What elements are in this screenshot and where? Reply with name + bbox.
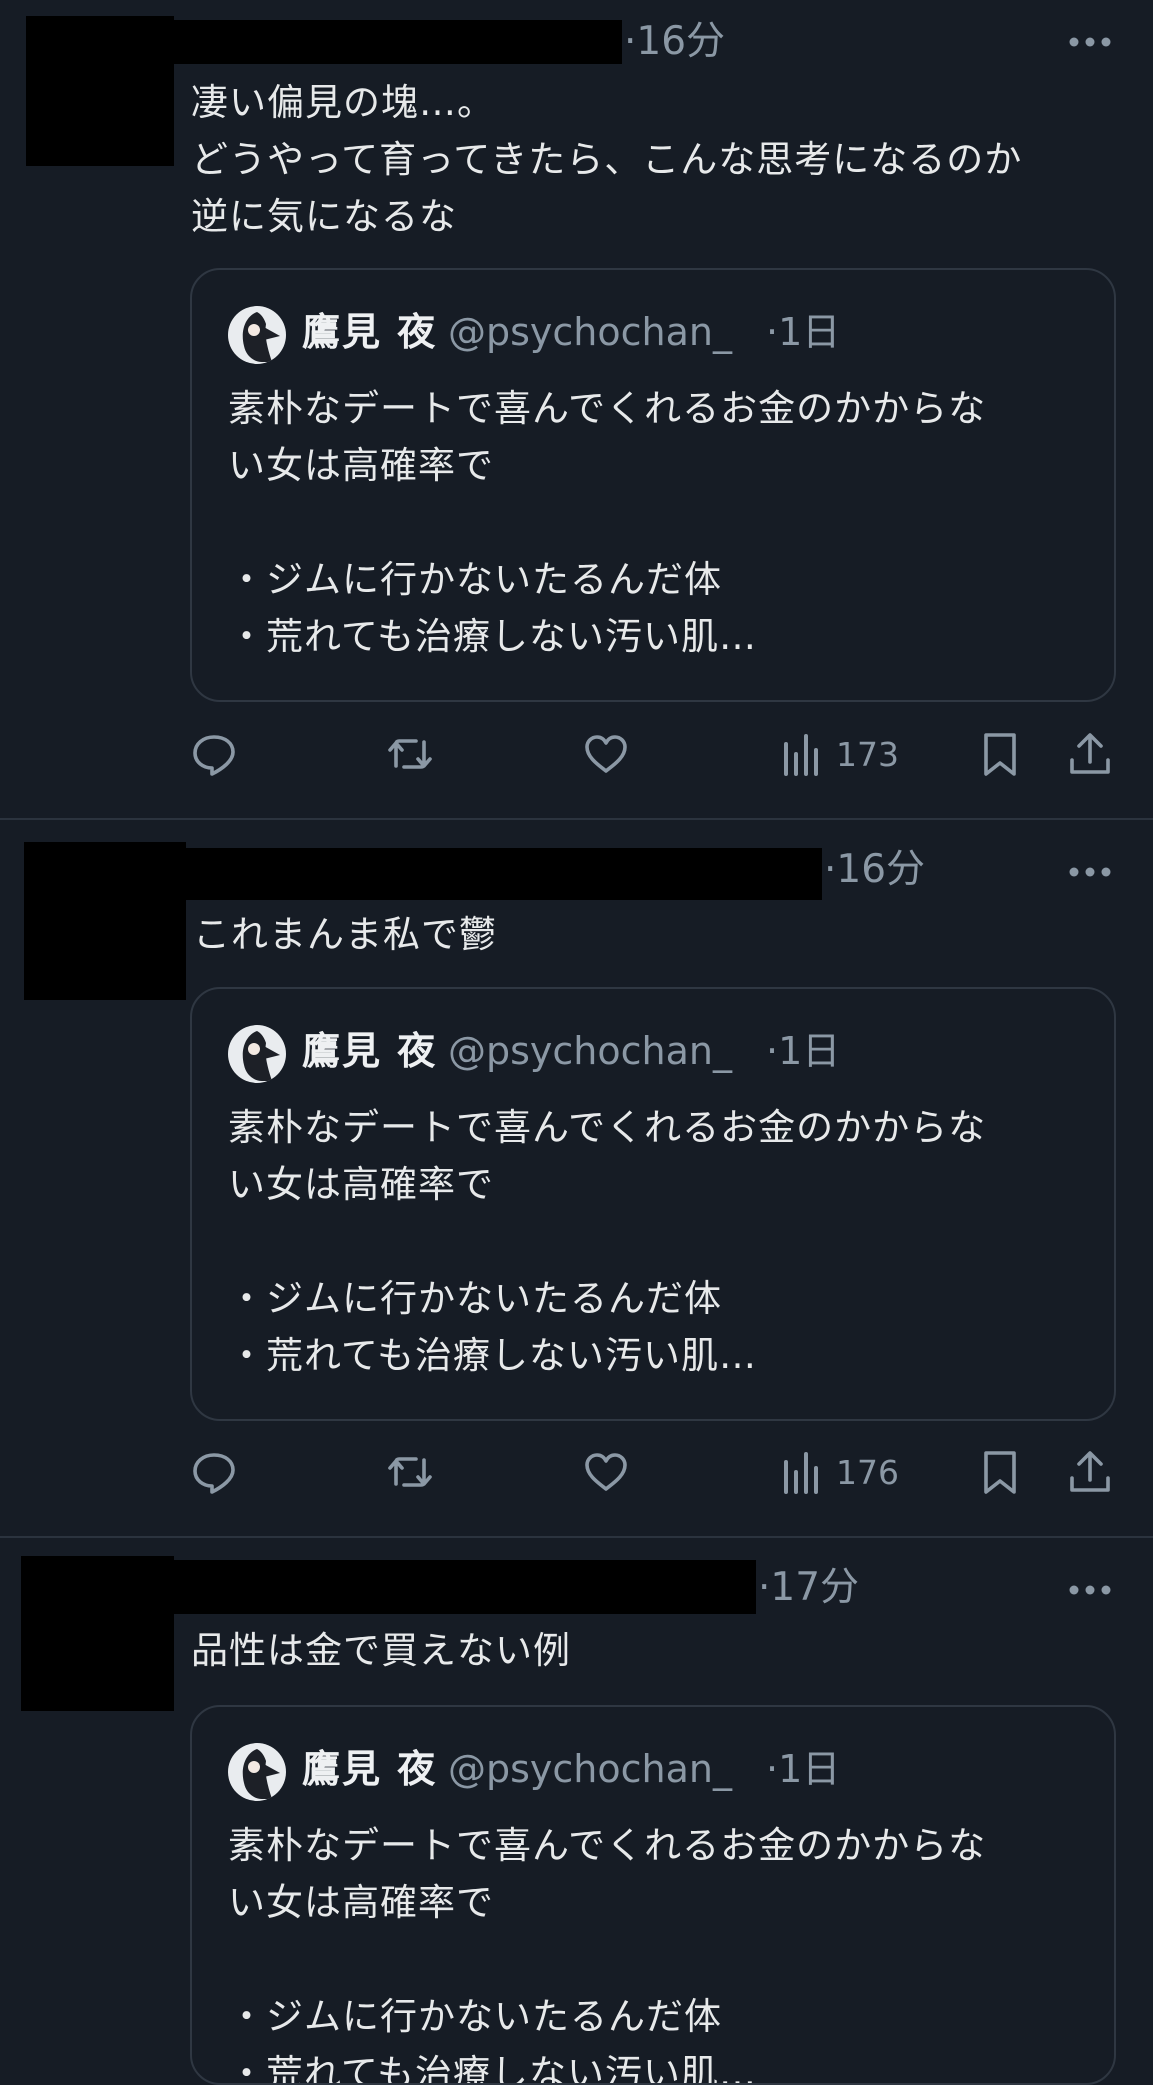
bookmark-icon — [984, 733, 1016, 776]
quoted-timestamp[interactable]: ·1日 — [766, 1747, 840, 1793]
reply-button[interactable] — [190, 1442, 238, 1502]
quoted-author-handle[interactable]: @psychochan_ — [448, 310, 732, 356]
avatar[interactable] — [24, 842, 186, 1000]
views-icon — [784, 734, 818, 776]
retweet-button[interactable] — [386, 1442, 434, 1502]
tweet[interactable]: ·16分 凄い偏見の塊…。 どうやって育ってきたら、こんな思考になるのか 逆に気… — [0, 0, 1153, 818]
avatar[interactable] — [26, 16, 174, 166]
quoted-avatar[interactable] — [228, 306, 286, 364]
views-icon — [784, 1452, 818, 1494]
views-count: 176 — [836, 1452, 899, 1492]
like-icon — [585, 1453, 627, 1491]
reply-button[interactable] — [190, 724, 238, 784]
quoted-tweet[interactable]: 鷹見 夜 @psychochan_ ·1日 素朴なデートで喜んでくれるお金のかか… — [190, 268, 1116, 702]
views-button[interactable]: 173 — [778, 724, 899, 784]
retweet-button[interactable] — [386, 724, 434, 784]
quoted-tweet[interactable]: 鷹見 夜 @psychochan_ ·1日 素朴なデートで喜んでくれるお金のかか… — [190, 1705, 1116, 2085]
quoted-author-name[interactable]: 鷹見 夜 — [302, 310, 437, 356]
bookmark-button[interactable] — [976, 724, 1024, 784]
quoted-text: 素朴なデートで喜んでくれるお金のかからな い女は高確率で ・ジムに行かないたるん… — [228, 387, 987, 658]
share-button[interactable] — [1066, 1442, 1114, 1502]
author-name-redacted[interactable] — [186, 848, 822, 900]
more-horizontal-icon[interactable] — [1068, 1584, 1112, 1596]
share-button[interactable] — [1066, 724, 1114, 784]
quoted-avatar[interactable] — [228, 1025, 286, 1083]
quoted-author-handle[interactable]: @psychochan_ — [448, 1029, 732, 1075]
tweet-actions: 176 — [190, 1442, 1120, 1502]
bookmark-button[interactable] — [976, 1442, 1024, 1502]
tweet-actions: 173 — [190, 724, 1120, 784]
share-icon — [1070, 1451, 1110, 1492]
share-icon — [1070, 733, 1110, 774]
quoted-timestamp[interactable]: ·1日 — [766, 1029, 840, 1075]
quoted-tweet[interactable]: 鷹見 夜 @psychochan_ ·1日 素朴なデートで喜んでくれるお金のかか… — [190, 987, 1116, 1421]
quoted-text: 素朴なデートで喜んでくれるお金のかからな い女は高確率で ・ジムに行かないたるん… — [228, 1106, 987, 1377]
tweet[interactable]: ·17分 品性は金で買えない例 鷹見 夜 @psychochan_ ·1日 素朴… — [0, 1538, 1153, 2085]
quoted-avatar[interactable] — [228, 1743, 286, 1801]
like-button[interactable] — [582, 1442, 630, 1502]
quoted-author-name[interactable]: 鷹見 夜 — [302, 1029, 437, 1075]
more-horizontal-icon[interactable] — [1068, 866, 1112, 878]
quoted-author-handle[interactable]: @psychochan_ — [448, 1747, 732, 1793]
tweet[interactable]: ·16分 これまんま私で鬱 鷹見 夜 @psychochan_ ·1日 素朴なデ… — [0, 820, 1153, 1536]
tweet-timestamp[interactable]: ·17分 — [758, 1568, 859, 1607]
tweet-text: 凄い偏見の塊…。 どうやって育ってきたら、こんな思考になるのか 逆に気になるな — [191, 81, 1023, 238]
tweet-timestamp[interactable]: ·16分 — [624, 22, 725, 61]
bookmark-icon — [984, 1451, 1016, 1494]
retweet-icon — [388, 1457, 432, 1487]
reply-icon — [193, 1453, 235, 1494]
reply-icon — [193, 735, 235, 776]
avatar[interactable] — [21, 1556, 174, 1711]
author-name-redacted[interactable] — [174, 1560, 756, 1614]
quoted-text: 素朴なデートで喜んでくれるお金のかからな い女は高確率で ・ジムに行かないたるん… — [228, 1824, 987, 2085]
like-button[interactable] — [582, 724, 630, 784]
tweet-timestamp[interactable]: ·16分 — [824, 850, 925, 889]
more-horizontal-icon[interactable] — [1068, 36, 1112, 48]
tweet-text: 品性は金で買えない例 — [191, 1629, 571, 1672]
quoted-author-name[interactable]: 鷹見 夜 — [302, 1747, 437, 1793]
views-count: 173 — [836, 734, 899, 774]
retweet-icon — [388, 739, 432, 769]
author-name-redacted[interactable] — [174, 20, 622, 64]
quoted-timestamp[interactable]: ·1日 — [766, 310, 840, 356]
views-button[interactable]: 176 — [778, 1442, 899, 1502]
tweet-text: これまんま私で鬱 — [193, 913, 497, 956]
like-icon — [585, 735, 627, 773]
